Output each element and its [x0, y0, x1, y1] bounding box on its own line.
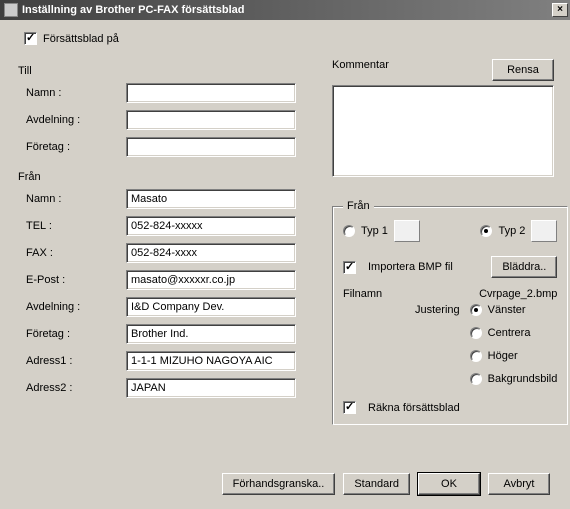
bladdra-button[interactable]: Bläddra..: [491, 256, 557, 278]
right-column: Kommentar Rensa Från Typ 1 Typ 2: [332, 59, 554, 425]
fran-avdelning-input[interactable]: [126, 297, 296, 317]
fran-epost-label: E-Post :: [26, 274, 126, 286]
filnamn-value: Cvrpage_2.bmp: [479, 288, 557, 300]
till-section-label: Till: [18, 65, 314, 77]
typ1-label: Typ 1: [361, 225, 388, 237]
ok-button[interactable]: OK: [418, 473, 480, 495]
title-bar: Inställning av Brother PC-FAX försättsbl…: [0, 0, 570, 20]
left-column: Till Namn : Avdelning : Företag : Från N…: [16, 59, 314, 425]
typ2-thumb-icon: [531, 220, 557, 242]
justering-centrera-label: Centrera: [488, 327, 531, 339]
cover-on-label: Försättsblad på: [43, 33, 119, 45]
justering-vanster-label: Vänster: [488, 304, 526, 316]
fran-namn-label: Namn :: [26, 193, 126, 205]
fran-adress1-input[interactable]: [126, 351, 296, 371]
justering-vanster-radio[interactable]: [470, 304, 482, 316]
justering-centrera-radio[interactable]: [470, 327, 482, 339]
close-button[interactable]: ×: [552, 3, 568, 17]
till-foretag-input[interactable]: [126, 137, 296, 157]
fran-fax-label: FAX :: [26, 247, 126, 259]
fran-adress2-label: Adress2 :: [26, 382, 126, 394]
layout-group: Från Typ 1 Typ 2: [332, 200, 568, 425]
cover-on-checkbox[interactable]: [24, 32, 37, 45]
fran-section-label: Från: [18, 171, 314, 183]
cover-on-row: Försättsblad på: [24, 32, 554, 45]
typ2-label: Typ 2: [498, 225, 525, 237]
justering-label: Justering: [415, 304, 460, 391]
typ2-radio[interactable]: [480, 225, 492, 237]
justering-bakgrund-radio[interactable]: [470, 373, 482, 385]
kommentar-label: Kommentar: [332, 59, 389, 71]
justering-bakgrund-label: Bakgrundsbild: [488, 373, 558, 385]
till-namn-input[interactable]: [126, 83, 296, 103]
app-icon: [4, 3, 18, 17]
fran-tel-label: TEL :: [26, 220, 126, 232]
typ1-radio[interactable]: [343, 225, 355, 237]
rakna-label: Räkna försättsblad: [368, 402, 460, 414]
fran-fax-input[interactable]: [126, 243, 296, 263]
avbryt-button[interactable]: Avbryt: [488, 473, 550, 495]
kommentar-textarea[interactable]: [332, 85, 554, 177]
fran-foretag-input[interactable]: [126, 324, 296, 344]
dialog-client: Försättsblad på Till Namn : Avdelning : …: [0, 20, 570, 509]
window-title: Inställning av Brother PC-FAX försättsbl…: [22, 4, 552, 16]
import-bmp-label: Importera BMP fil: [368, 261, 453, 273]
forhandsgranska-button[interactable]: Förhandsgranska..: [222, 473, 336, 495]
typ1-thumb-icon: [394, 220, 420, 242]
layout-legend: Från: [343, 200, 374, 212]
till-namn-label: Namn :: [26, 87, 126, 99]
button-bar: Förhandsgranska.. Standard OK Avbryt: [222, 473, 550, 495]
fran-tel-input[interactable]: [126, 216, 296, 236]
fran-epost-input[interactable]: [126, 270, 296, 290]
rakna-checkbox[interactable]: [343, 401, 356, 414]
till-avdelning-label: Avdelning :: [26, 114, 126, 126]
fran-avdelning-label: Avdelning :: [26, 301, 126, 313]
fran-foretag-label: Företag :: [26, 328, 126, 340]
fran-namn-input[interactable]: [126, 189, 296, 209]
standard-button[interactable]: Standard: [343, 473, 410, 495]
filnamn-label: Filnamn: [343, 288, 382, 300]
fran-adress1-label: Adress1 :: [26, 355, 126, 367]
fran-adress2-input[interactable]: [126, 378, 296, 398]
rensa-button[interactable]: Rensa: [492, 59, 554, 81]
justering-hoger-label: Höger: [488, 350, 518, 362]
till-avdelning-input[interactable]: [126, 110, 296, 130]
justering-hoger-radio[interactable]: [470, 350, 482, 362]
till-foretag-label: Företag :: [26, 141, 126, 153]
import-bmp-checkbox[interactable]: [343, 261, 356, 274]
